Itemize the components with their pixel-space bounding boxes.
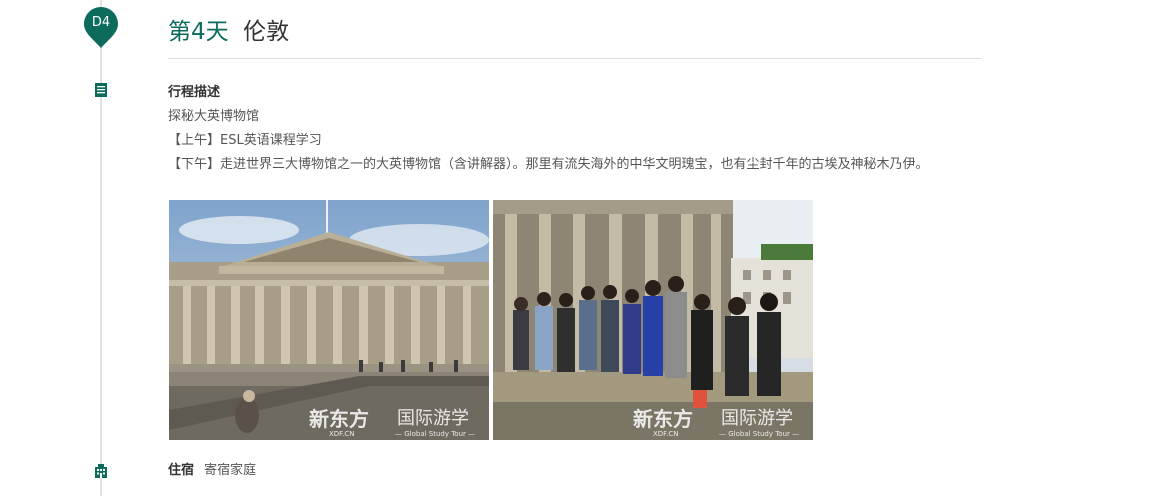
city-name: 伦敦 xyxy=(243,19,290,45)
accommodation-label: 住宿 xyxy=(168,463,195,478)
watermark-sub: XDF.CN xyxy=(653,430,678,438)
watermark-tagline: — Global Study Tour — xyxy=(719,430,799,438)
watermark-title: 国际游学 xyxy=(397,408,469,429)
title-divider xyxy=(168,58,981,59)
students-group-photo: 新东方 XDF.CN 国际游学 — Global Study Tour — xyxy=(493,200,813,440)
accommodation-value: 寄宿家庭 xyxy=(204,463,257,478)
day-marker-label: D4 xyxy=(91,15,111,30)
day-title: 第4天 伦敦 xyxy=(168,12,289,46)
watermark-brand: 新东方 xyxy=(309,407,369,431)
watermark-title: 国际游学 xyxy=(721,408,793,429)
itinerary-section: 行程描述 探秘大英博物馆 【上午】ESL英语课程学习 【下午】走进世界三大博物馆… xyxy=(168,81,978,177)
timeline-line xyxy=(100,0,102,496)
day-number-label: 第4天 xyxy=(168,19,229,45)
itinerary-subtitle: 探秘大英博物馆 xyxy=(168,109,260,124)
watermark-tagline: — Global Study Tour — xyxy=(395,430,475,438)
building-icon xyxy=(94,464,108,478)
accommodation-row: 住宿 寄宿家庭 xyxy=(168,459,256,483)
morning-activity: 【上午】ESL英语课程学习 xyxy=(168,133,322,148)
photo-gallery: 新东方 XDF.CN 国际游学 — Global Study Tour — 新东… xyxy=(169,200,813,440)
document-list-icon xyxy=(94,83,108,97)
afternoon-activity: 【下午】走进世界三大博物馆之一的大英博物馆（含讲解器）。那里有流失海外的中华文明… xyxy=(168,157,929,172)
museum-facade-photo: 新东方 XDF.CN 国际游学 — Global Study Tour — xyxy=(169,200,489,440)
itinerary-day-page: D4 第4天 伦敦 行程描述 探秘大英博物馆 【上午】ESL英语课程学习 【下午… xyxy=(0,0,1173,496)
watermark-brand: 新东方 xyxy=(633,407,693,431)
watermark-sub: XDF.CN xyxy=(329,430,354,438)
day-marker-badge: D4 xyxy=(83,6,119,49)
itinerary-heading: 行程描述 xyxy=(168,85,221,100)
